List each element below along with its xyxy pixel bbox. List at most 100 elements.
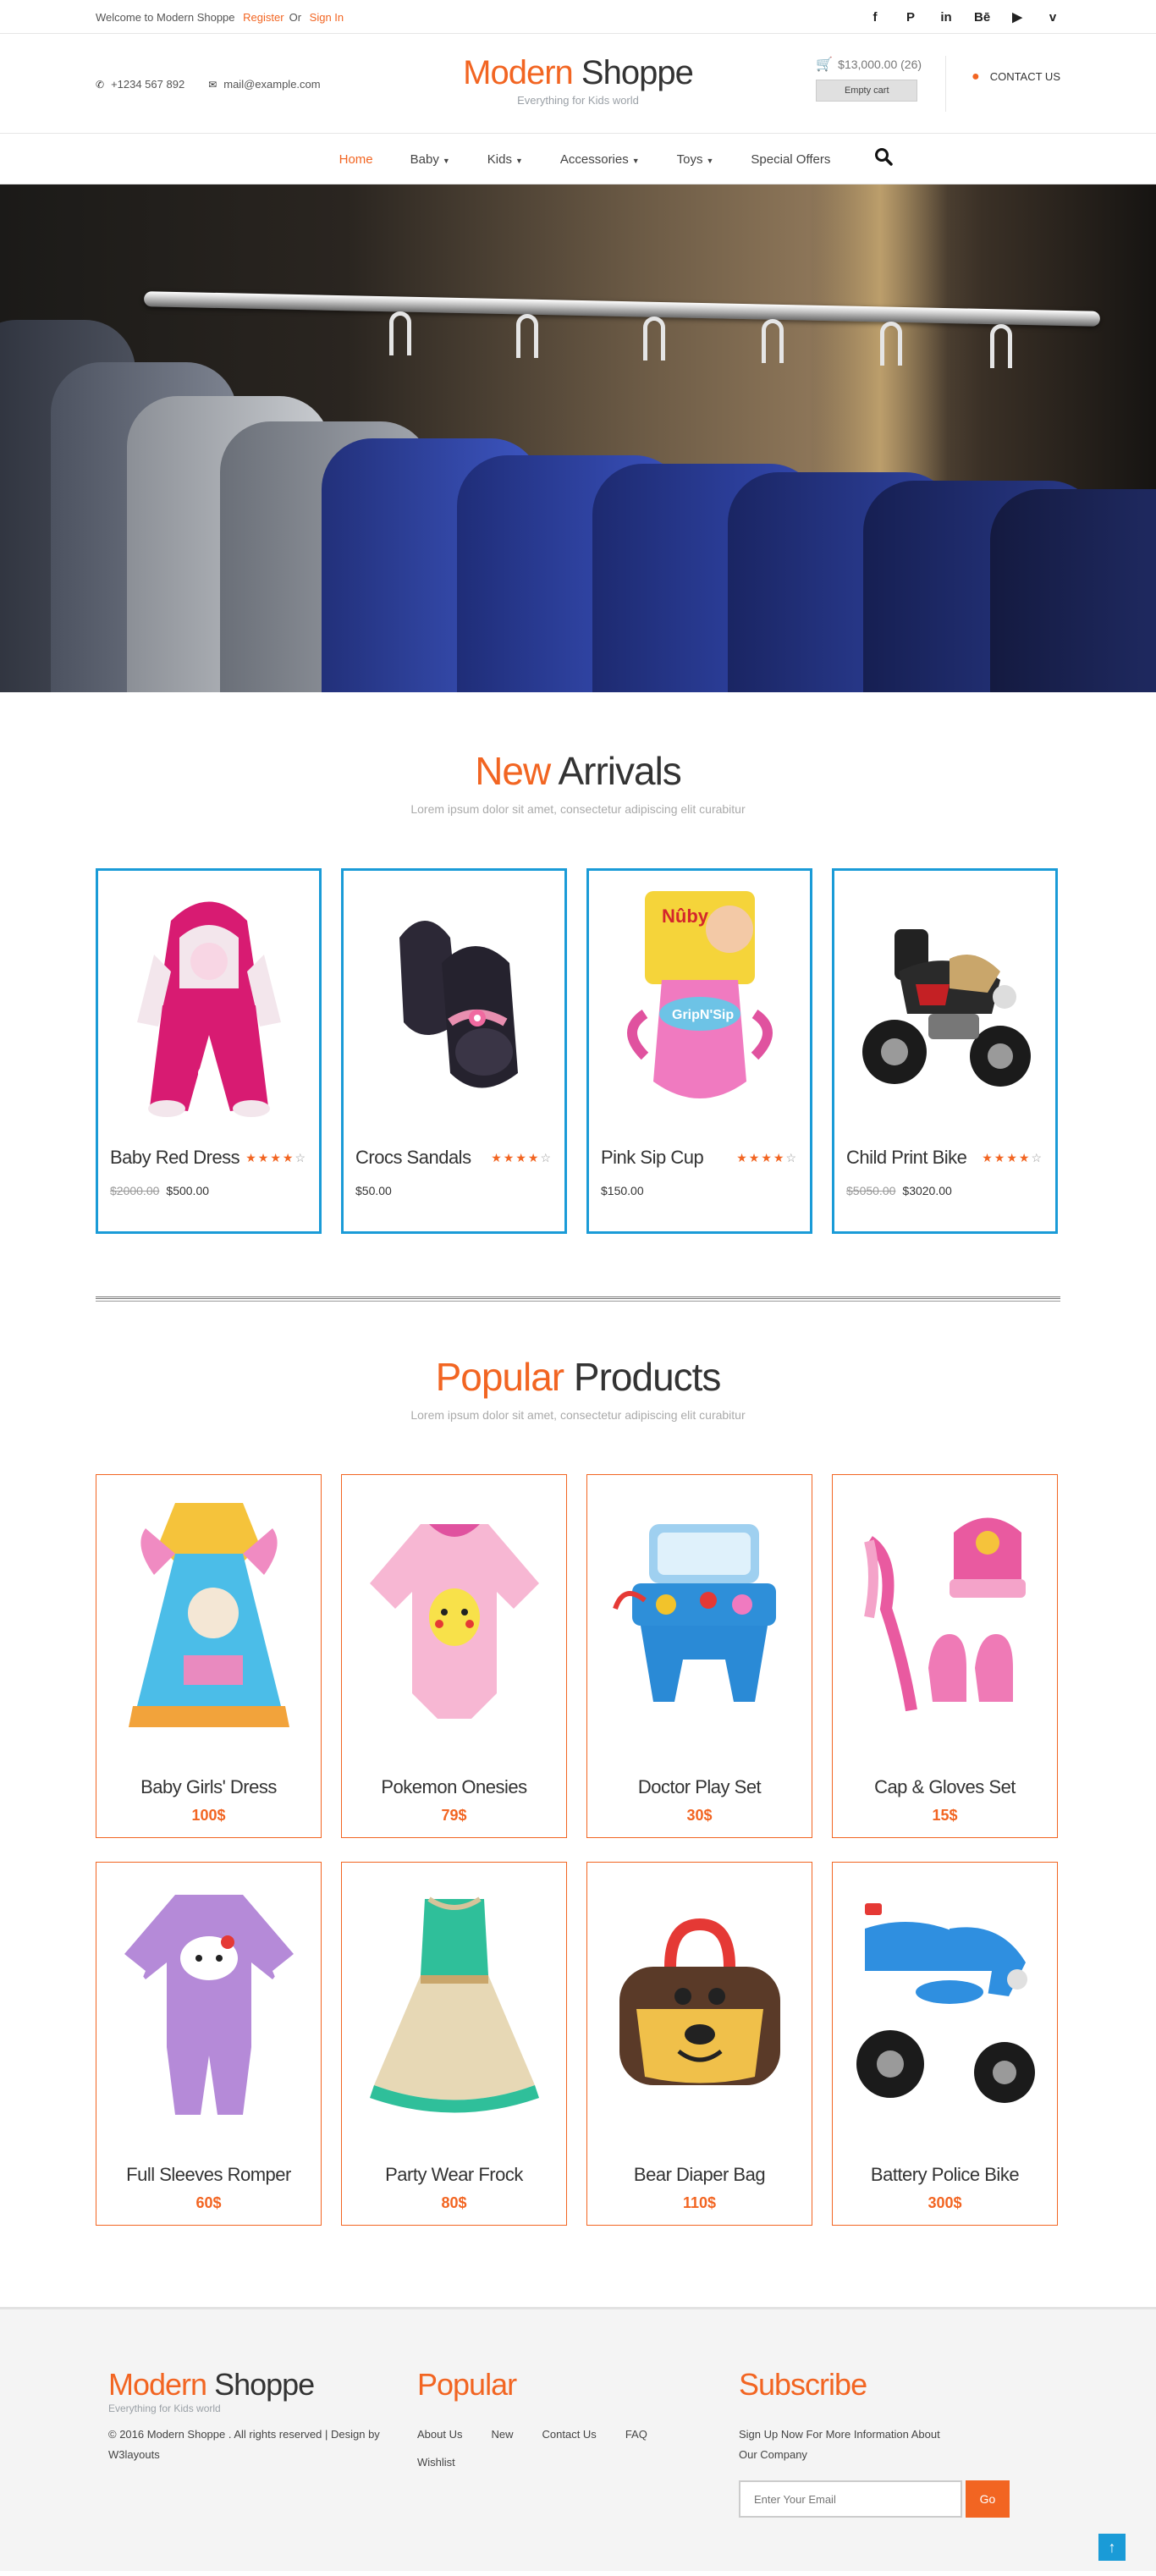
footer-link-wishlist[interactable]: Wishlist — [417, 2456, 455, 2469]
pokemon-onesie-image — [369, 1524, 539, 1719]
nav-label: Baby — [410, 151, 439, 167]
footer-link-about[interactable]: About Us — [417, 2428, 462, 2441]
nav-item-toys[interactable]: Toys ▼ — [677, 152, 714, 167]
cart-icon: 🛒 — [816, 58, 834, 72]
product-name[interactable]: Child Print Bike — [846, 1147, 967, 1169]
footer-link-new[interactable]: New — [491, 2428, 513, 2441]
product-price: 30$ — [686, 1807, 713, 1824]
product-image[interactable] — [96, 1878, 321, 2132]
empty-cart-button[interactable]: Empty cart — [816, 80, 918, 102]
cap-gloves-image — [863, 1517, 1026, 1712]
product-card[interactable]: Doctor Play Set 30$ — [586, 1474, 812, 1838]
subscribe-email-input[interactable] — [739, 2480, 962, 2518]
product-image[interactable] — [846, 883, 1043, 1128]
doctor-set-image — [612, 1524, 776, 1702]
product-card[interactable]: Baby Girls' Dress 100$ — [96, 1474, 322, 1838]
product-name[interactable]: Battery Police Bike — [833, 2164, 1057, 2186]
rating-stars: ★★★★☆ — [982, 1150, 1043, 1164]
footer-link-faq[interactable]: FAQ — [625, 2428, 647, 2441]
product-name[interactable]: Baby Red Dress — [110, 1147, 240, 1169]
footer-logo[interactable]: Modern Shoppe — [108, 2367, 417, 2403]
email-info[interactable]: ✉ mail@example.com — [208, 78, 320, 91]
title-highlight: Popular — [435, 1355, 565, 1399]
nav-item-home[interactable]: Home — [339, 152, 373, 167]
empty-star-icon: ☆ — [295, 1150, 307, 1164]
site-logo[interactable]: Modern Shoppe Everything for Kids world — [463, 54, 694, 107]
product-name[interactable]: Crocs Sandals — [355, 1147, 471, 1169]
nav-label: Kids — [487, 151, 512, 167]
product-image[interactable] — [342, 1878, 566, 2132]
product-name[interactable]: Baby Girls' Dress — [96, 1776, 321, 1798]
register-link[interactable]: Register — [243, 11, 283, 24]
section-subtitle: Lorem ipsum dolor sit amet, consectetur … — [410, 1408, 746, 1422]
footer-link-contact[interactable]: Contact Us — [542, 2428, 597, 2441]
product-card[interactable]: Crocs Sandals ★★★★☆ $50.00 — [341, 868, 567, 1234]
contact-us-link[interactable]: ● CONTACT US — [946, 56, 1060, 85]
product-name[interactable]: Bear Diaper Bag — [587, 2164, 812, 2186]
email-address[interactable]: mail@example.com — [223, 78, 320, 91]
product-card[interactable]: Bear Diaper Bag 110$ — [586, 1862, 812, 2226]
product-name[interactable]: Pink Sip Cup — [601, 1147, 704, 1169]
product-image[interactable]: Nûby GripN'Sip — [601, 883, 798, 1128]
product-card[interactable]: Child Print Bike ★★★★☆ $5050.00 $3020.00 — [832, 868, 1058, 1234]
nav-item-kids[interactable]: Kids ▼ — [487, 152, 523, 167]
product-card[interactable]: Pokemon Onesies 79$ — [341, 1474, 567, 1838]
product-image[interactable] — [96, 1490, 321, 1744]
or-text: Or — [289, 10, 302, 24]
nav-item-baby[interactable]: Baby ▼ — [410, 152, 450, 167]
product-price: $5050.00 $3020.00 — [846, 1184, 1043, 1197]
hanger-hook — [880, 322, 902, 366]
title-rest: Products — [573, 1355, 722, 1399]
title-highlight: New — [475, 749, 551, 793]
signin-link[interactable]: Sign In — [310, 11, 344, 24]
cart-total[interactable]: 🛒 $13,000.00 (26) — [816, 56, 922, 73]
product-image[interactable] — [587, 1490, 812, 1744]
product-image[interactable] — [342, 1490, 566, 1744]
logo-word-modern: Modern — [108, 2367, 207, 2402]
current-price: $500.00 — [166, 1184, 210, 1197]
product-card[interactable]: Full Sleeves Romper 60$ — [96, 1862, 322, 2226]
hanger-hook — [762, 319, 784, 363]
nav-item-special-offers[interactable]: Special Offers — [751, 152, 830, 167]
logo-title[interactable]: Modern Shoppe — [463, 54, 694, 92]
caret-down-icon: ▼ — [706, 156, 714, 165]
cart-widget[interactable]: 🛒 $13,000.00 (26) Empty cart — [816, 56, 947, 112]
product-price: $150.00 — [601, 1184, 798, 1197]
behance-icon[interactable]: Bē — [974, 10, 990, 25]
product-image[interactable] — [833, 1490, 1057, 1744]
product-name[interactable]: Party Wear Frock — [342, 2164, 566, 2186]
title-rest: Arrivals — [558, 749, 681, 793]
product-image[interactable] — [587, 1878, 812, 2132]
product-card[interactable]: Cap & Gloves Set 15$ — [832, 1474, 1058, 1838]
logo-word-modern: Modern — [463, 54, 574, 91]
map-pin-icon: ● — [972, 69, 980, 84]
product-image[interactable] — [355, 883, 553, 1128]
section-title: New Arrivals — [0, 748, 1156, 794]
product-card[interactable]: Nûby GripN'Sip Pink Sip Cup ★★★★☆ $150.0… — [586, 868, 812, 1234]
scroll-to-top-button[interactable]: ↑ — [1098, 2534, 1126, 2561]
subscribe-go-button[interactable]: Go — [966, 2480, 1010, 2518]
hanger-hook — [516, 314, 538, 358]
youtube-icon[interactable]: ▶ — [1010, 9, 1025, 25]
product-name[interactable]: Pokemon Onesies — [342, 1776, 566, 1798]
search-icon[interactable] — [874, 147, 894, 171]
subscribe-form: Go — [739, 2480, 1043, 2518]
product-card[interactable]: Baby Red Dress ★★★★☆ $2000.00 $500.00 — [96, 868, 322, 1234]
facebook-icon[interactable]: f — [867, 10, 883, 25]
product-card[interactable]: Party Wear Frock 80$ — [341, 1862, 567, 2226]
product-image[interactable] — [833, 1878, 1057, 2132]
current-price: $150.00 — [601, 1184, 644, 1197]
product-price: 79$ — [441, 1807, 467, 1824]
product-name[interactable]: Cap & Gloves Set — [833, 1776, 1057, 1798]
product-name[interactable]: Full Sleeves Romper — [96, 2164, 321, 2186]
pinterest-icon[interactable]: P — [903, 10, 918, 25]
nav-label: Toys — [676, 151, 703, 167]
product-name[interactable]: Doctor Play Set — [587, 1776, 812, 1798]
party-frock-image — [369, 1896, 539, 2113]
vimeo-icon[interactable]: v — [1045, 10, 1060, 25]
linkedin-icon[interactable]: in — [939, 10, 954, 25]
product-card[interactable]: Battery Police Bike 300$ — [832, 1862, 1058, 2226]
arrow-up-icon: ↑ — [1108, 2539, 1116, 2556]
product-image[interactable] — [110, 883, 307, 1128]
nav-item-accessories[interactable]: Accessories ▼ — [560, 152, 640, 167]
